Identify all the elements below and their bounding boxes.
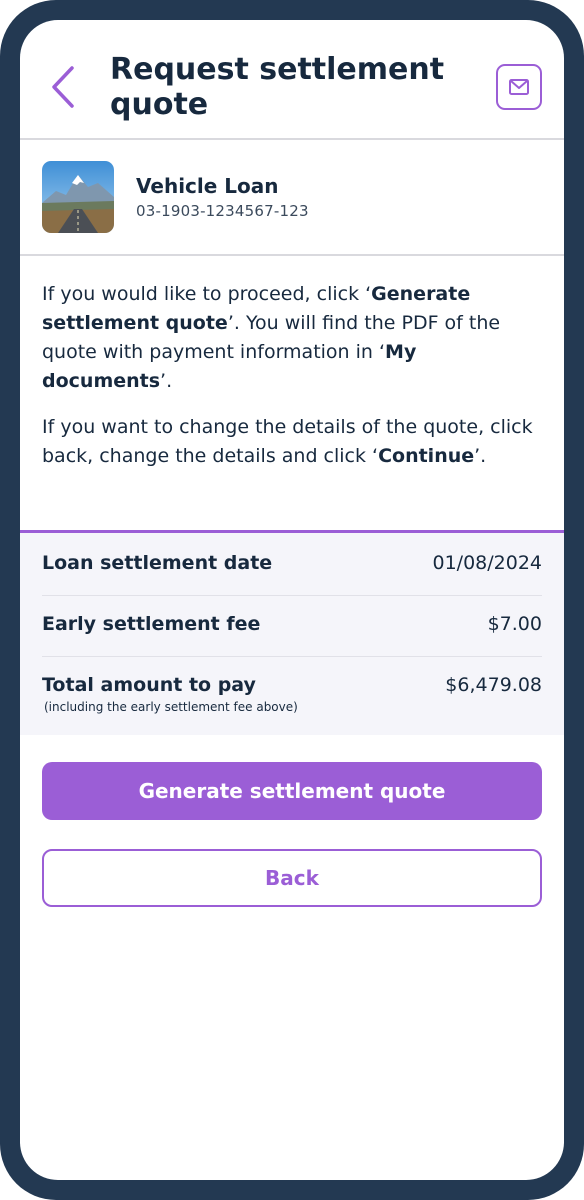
- row-label: Early settlement fee: [42, 613, 261, 635]
- back-chevron-button[interactable]: [48, 64, 80, 110]
- account-name: Vehicle Loan: [136, 174, 279, 198]
- generate-quote-button[interactable]: Generate settlement quote: [42, 762, 542, 820]
- text-fragment: If you would like to proceed, click ‘: [42, 283, 372, 305]
- row-value: $7.00: [487, 613, 542, 635]
- row-sublabel: (including the early settlement fee abov…: [44, 700, 298, 714]
- instructions-paragraph-2: If you want to change the details of the…: [42, 413, 544, 471]
- app-screen: Request settlement quote Vehicle Loan 03…: [20, 20, 564, 1180]
- back-button[interactable]: Back: [42, 849, 542, 907]
- page-header: Request settlement quote: [20, 20, 564, 140]
- instructions-text: If you would like to proceed, click ‘Gen…: [42, 280, 544, 488]
- summary-row-settlement-fee: Early settlement fee $7.00: [42, 595, 542, 657]
- row-label: Total amount to pay: [42, 674, 256, 696]
- instructions-paragraph-1: If you would like to proceed, click ‘Gen…: [42, 280, 544, 396]
- summary-row-total: Total amount to pay $6,479.08 (including…: [42, 656, 542, 732]
- emphasis-continue: Continue: [378, 445, 475, 467]
- text-fragment: ’.: [160, 370, 173, 392]
- text-fragment: ’.: [474, 445, 487, 467]
- mail-button[interactable]: [496, 64, 542, 110]
- row-value: 01/08/2024: [432, 552, 542, 574]
- envelope-icon: [509, 79, 529, 95]
- row-value: $6,479.08: [445, 674, 542, 696]
- row-label: Loan settlement date: [42, 552, 273, 574]
- chevron-left-icon: [52, 66, 74, 108]
- account-summary: Vehicle Loan 03-1903-1234567-123: [20, 140, 564, 256]
- device-frame: Request settlement quote Vehicle Loan 03…: [0, 0, 584, 1200]
- page-title: Request settlement quote: [110, 52, 445, 122]
- account-number: 03-1903-1234567-123: [136, 202, 309, 220]
- settlement-summary-panel: Loan settlement date 01/08/2024 Early se…: [20, 530, 564, 735]
- summary-row-settlement-date: Loan settlement date 01/08/2024: [42, 533, 542, 596]
- loan-thumbnail-image: [42, 161, 114, 233]
